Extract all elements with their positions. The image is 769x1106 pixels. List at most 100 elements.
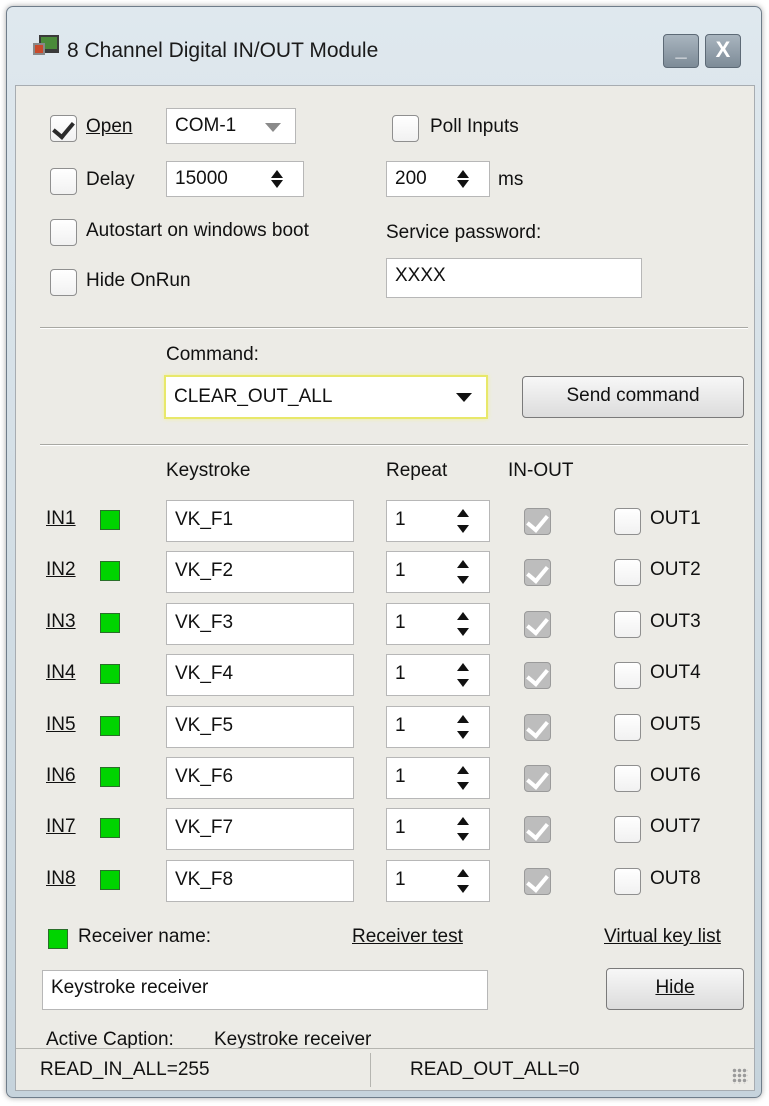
output-checkbox[interactable] xyxy=(614,714,641,741)
app-window: 8 Channel Digital IN/OUT Module _ X Open… xyxy=(6,6,762,1098)
keystroke-input[interactable]: VK_F3 xyxy=(166,603,354,645)
inout-link-checkbox xyxy=(524,714,551,741)
keystroke-value: VK_F5 xyxy=(175,715,234,736)
hide-onrun-label: Hide OnRun xyxy=(86,270,191,291)
close-button[interactable]: X xyxy=(705,34,741,68)
inout-link-checkbox xyxy=(524,662,551,689)
inout-link-checkbox xyxy=(524,559,551,586)
output-label: OUT3 xyxy=(650,611,701,632)
hide-button[interactable]: Hide xyxy=(606,968,744,1010)
virtual-key-list-link[interactable]: Virtual key list xyxy=(604,926,721,948)
minimize-button[interactable]: _ xyxy=(663,34,699,68)
poll-inputs-label: Poll Inputs xyxy=(430,116,519,137)
command-select[interactable]: CLEAR_OUT_ALL xyxy=(164,375,488,419)
receiver-name-label: Receiver name: xyxy=(78,926,212,947)
service-password-input[interactable]: XXXX xyxy=(386,258,642,298)
poll-unit-label: ms xyxy=(498,169,524,190)
send-command-button[interactable]: Send command xyxy=(522,376,744,418)
keystroke-value: VK_F2 xyxy=(175,560,234,581)
input-label[interactable]: IN6 xyxy=(46,765,76,787)
keystroke-value: VK_F1 xyxy=(175,509,234,530)
keystroke-input[interactable]: VK_F6 xyxy=(166,757,354,799)
keystroke-input[interactable]: VK_F1 xyxy=(166,500,354,542)
repeat-header: Repeat xyxy=(386,460,448,481)
repeat-value: 1 xyxy=(395,663,406,684)
delay-spinner[interactable]: 15000 xyxy=(166,161,304,197)
keystroke-input[interactable]: VK_F5 xyxy=(166,706,354,748)
repeat-value: 1 xyxy=(395,612,406,633)
output-checkbox[interactable] xyxy=(614,765,641,792)
output-checkbox[interactable] xyxy=(614,662,641,689)
input-status-led xyxy=(100,561,120,581)
output-checkbox[interactable] xyxy=(614,816,641,843)
open-checkbox[interactable] xyxy=(50,115,77,142)
output-checkbox[interactable] xyxy=(614,559,641,586)
receiver-name-input[interactable]: Keystroke receiver xyxy=(42,970,488,1010)
service-password-label: Service password: xyxy=(386,222,542,243)
repeat-spinner[interactable]: 1 xyxy=(386,551,490,593)
keystroke-input[interactable]: VK_F4 xyxy=(166,654,354,696)
input-label[interactable]: IN4 xyxy=(46,662,76,684)
input-label[interactable]: IN1 xyxy=(46,508,76,530)
window-title: 8 Channel Digital IN/OUT Module xyxy=(67,39,379,62)
keystroke-input[interactable]: VK_F7 xyxy=(166,808,354,850)
input-label[interactable]: IN2 xyxy=(46,559,76,581)
inout-link-checkbox xyxy=(524,508,551,535)
command-value: CLEAR_OUT_ALL xyxy=(174,386,333,407)
autostart-checkbox[interactable] xyxy=(50,219,77,246)
output-checkbox[interactable] xyxy=(614,611,641,638)
status-divider xyxy=(370,1053,371,1087)
keystroke-header: Keystroke xyxy=(166,460,251,481)
output-label: OUT2 xyxy=(650,559,701,580)
input-status-led xyxy=(100,613,120,633)
output-label: OUT1 xyxy=(650,508,701,529)
inout-link-checkbox xyxy=(524,816,551,843)
output-checkbox[interactable] xyxy=(614,868,641,895)
poll-interval-spinner[interactable]: 200 xyxy=(386,161,490,197)
keystroke-input[interactable]: VK_F8 xyxy=(166,860,354,902)
input-status-led xyxy=(100,767,120,787)
autostart-label: Autostart on windows boot xyxy=(86,220,309,241)
repeat-spinner[interactable]: 1 xyxy=(386,757,490,799)
input-status-led xyxy=(100,818,120,838)
input-label[interactable]: IN7 xyxy=(46,816,76,838)
keystroke-input[interactable]: VK_F2 xyxy=(166,551,354,593)
inout-link-checkbox xyxy=(524,868,551,895)
output-label: OUT8 xyxy=(650,868,701,889)
keystroke-value: VK_F4 xyxy=(175,663,234,684)
repeat-value: 1 xyxy=(395,715,406,736)
delay-label: Delay xyxy=(86,169,135,190)
input-label[interactable]: IN5 xyxy=(46,714,76,736)
chevron-down-icon xyxy=(265,123,281,132)
input-label[interactable]: IN8 xyxy=(46,868,76,890)
output-checkbox[interactable] xyxy=(614,508,641,535)
repeat-spinner[interactable]: 1 xyxy=(386,500,490,542)
inout-header: IN-OUT xyxy=(508,460,574,481)
separator xyxy=(40,327,748,329)
separator xyxy=(40,444,748,446)
keystroke-value: VK_F8 xyxy=(175,869,234,890)
client-area: Open COM-1 Poll Inputs Delay 15000 200 m… xyxy=(15,85,755,1091)
repeat-value: 1 xyxy=(395,766,406,787)
title-bar[interactable]: 8 Channel Digital IN/OUT Module _ X xyxy=(7,7,761,85)
status-read-in: READ_IN_ALL=255 xyxy=(40,1059,210,1080)
repeat-spinner[interactable]: 1 xyxy=(386,860,490,902)
open-label: Open xyxy=(86,116,133,137)
delay-value: 15000 xyxy=(175,168,228,189)
output-label: OUT6 xyxy=(650,765,701,786)
receiver-test-link[interactable]: Receiver test xyxy=(352,926,463,948)
repeat-spinner[interactable]: 1 xyxy=(386,706,490,748)
input-status-led xyxy=(100,870,120,890)
com-port-select[interactable]: COM-1 xyxy=(166,108,296,144)
repeat-spinner[interactable]: 1 xyxy=(386,654,490,696)
resize-grip-icon[interactable] xyxy=(732,1068,748,1084)
output-label: OUT4 xyxy=(650,662,701,683)
repeat-spinner[interactable]: 1 xyxy=(386,808,490,850)
poll-inputs-checkbox[interactable] xyxy=(392,115,419,142)
repeat-spinner[interactable]: 1 xyxy=(386,603,490,645)
input-label[interactable]: IN3 xyxy=(46,611,76,633)
inout-link-checkbox xyxy=(524,611,551,638)
status-bar: READ_IN_ALL=255 READ_OUT_ALL=0 xyxy=(16,1048,754,1090)
hide-onrun-checkbox[interactable] xyxy=(50,269,77,296)
delay-checkbox[interactable] xyxy=(50,168,77,195)
